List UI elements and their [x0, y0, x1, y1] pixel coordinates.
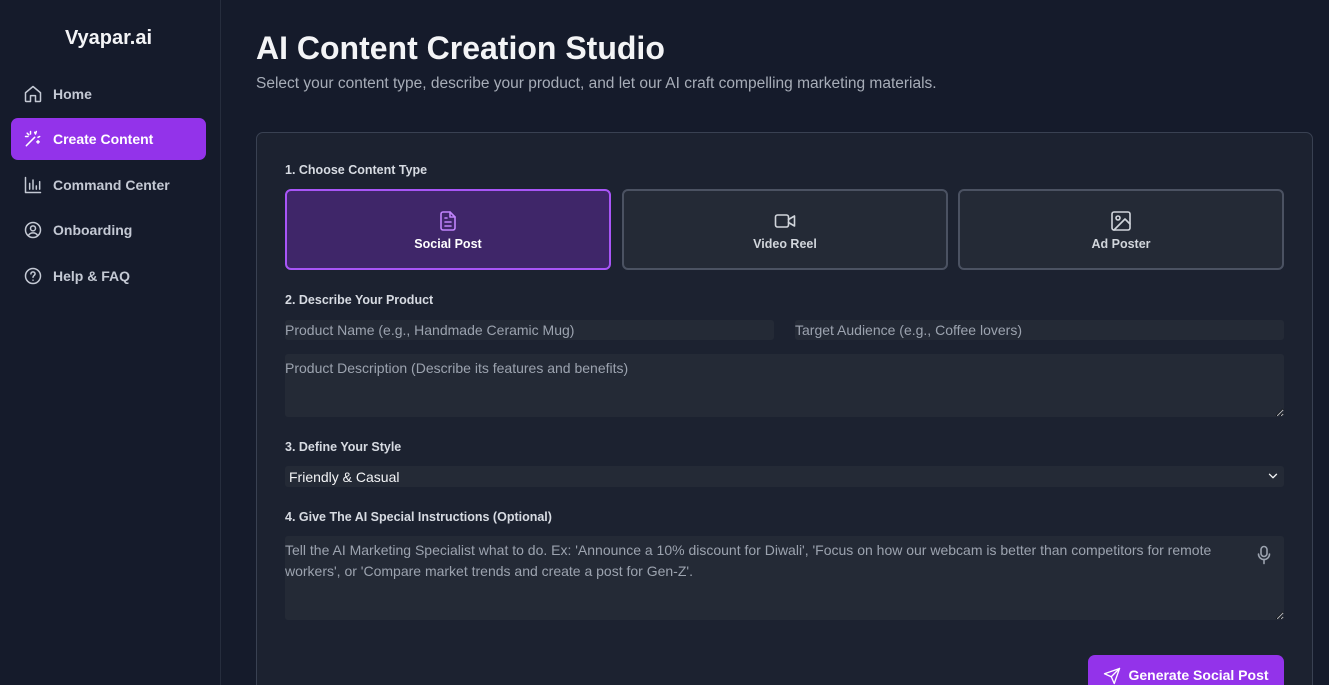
document-icon: [436, 209, 460, 233]
product-name-input[interactable]: [285, 320, 774, 340]
sidebar-item-help-faq[interactable]: Help & FAQ: [11, 255, 206, 297]
content-type-label: Ad Poster: [1091, 236, 1151, 251]
step1-label: 1. Choose Content Type: [285, 163, 428, 177]
generate-button[interactable]: Generate Social Post: [1088, 655, 1284, 685]
target-audience-input[interactable]: [795, 320, 1284, 340]
content-type-video-reel[interactable]: Video Reel: [622, 189, 948, 270]
step4-label: 4. Give The AI Special Instructions (Opt…: [285, 510, 552, 524]
sparkle-wand-icon: [23, 129, 43, 149]
page-subtitle: Select your content type, describe your …: [256, 75, 937, 92]
sidebar-item-create-content[interactable]: Create Content: [11, 118, 206, 160]
sidebar-item-home[interactable]: Home: [11, 73, 206, 115]
chevron-down-icon: [1266, 469, 1280, 483]
step3-label: 3. Define Your Style: [285, 440, 402, 454]
special-instructions-textarea[interactable]: [285, 536, 1284, 620]
page-title: AI Content Creation Studio: [256, 30, 665, 66]
sidebar-item-label: Help & FAQ: [53, 268, 131, 284]
content-type-label: Social Post: [414, 236, 482, 251]
sidebar-item-onboarding[interactable]: Onboarding: [11, 209, 206, 251]
image-icon: [1109, 209, 1133, 233]
style-select-value: Friendly & Casual: [289, 468, 400, 485]
generate-button-label: Generate Social Post: [1128, 667, 1269, 683]
user-circle-icon: [23, 220, 43, 240]
sidebar-item-label: Command Center: [53, 177, 170, 193]
content-type-social-post[interactable]: Social Post: [285, 189, 611, 270]
content-type-label: Video Reel: [753, 236, 817, 251]
product-description-textarea[interactable]: [285, 354, 1284, 417]
app-logo[interactable]: Vyapar.ai: [0, 27, 217, 50]
video-camera-icon: [773, 209, 797, 233]
home-icon: [23, 84, 43, 104]
help-circle-icon: [23, 266, 43, 286]
content-type-ad-poster[interactable]: Ad Poster: [958, 189, 1284, 270]
sidebar-item-label: Home: [53, 86, 92, 102]
sidebar-item-command-center[interactable]: Command Center: [11, 164, 206, 206]
step2-label: 2. Describe Your Product: [285, 293, 434, 307]
send-icon: [1103, 667, 1121, 685]
sidebar-item-label: Create Content: [53, 131, 154, 147]
sidebar-item-label: Onboarding: [53, 222, 133, 238]
sidebar: Vyapar.ai Home Create Content Command Ce…: [0, 0, 221, 685]
bar-chart-icon: [23, 175, 43, 195]
microphone-icon[interactable]: [1256, 545, 1272, 565]
style-select[interactable]: Friendly & Casual: [285, 466, 1284, 487]
